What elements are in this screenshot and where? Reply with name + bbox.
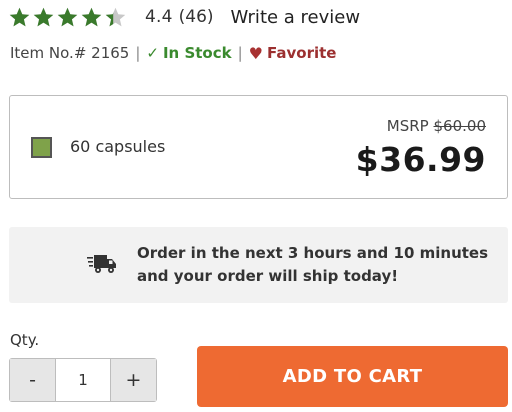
variant-checkbox[interactable]	[31, 137, 52, 158]
variant-label: 60 capsules	[70, 137, 166, 156]
shipping-message: Order in the next 3 hours and 10 minutes…	[137, 242, 488, 288]
write-review-link[interactable]: Write a review	[231, 7, 361, 28]
qty-label: Qty.	[10, 331, 40, 349]
shipping-notice: Order in the next 3 hours and 10 minutes…	[9, 227, 508, 303]
rating-value: 4.4	[145, 7, 173, 27]
msrp: MSRP $60.00	[387, 117, 486, 135]
check-icon: ✓	[146, 44, 159, 62]
quantity-stepper: - +	[9, 358, 157, 402]
msrp-value: $60.00	[433, 117, 487, 135]
star-icon	[56, 6, 79, 29]
separator: |	[135, 44, 141, 62]
heart-icon[interactable]: ♥	[249, 44, 263, 63]
star-icon	[32, 6, 55, 29]
favorite-link[interactable]: Favorite	[267, 44, 336, 62]
qty-input[interactable]	[56, 359, 110, 401]
shipping-line-1: Order in the next 3 hours and 10 minutes	[137, 244, 489, 262]
product-meta: Item No.# 2165 | ✓ In Stock | ♥ Favorite	[10, 42, 336, 64]
star-icon	[8, 6, 31, 29]
variant-swatch-fill	[34, 140, 49, 155]
review-count[interactable]: (46)	[179, 7, 214, 27]
stock-status: In Stock	[162, 44, 232, 62]
separator: |	[237, 44, 243, 62]
msrp-prefix: MSRP	[386, 117, 429, 135]
star-rating	[8, 2, 128, 32]
star-icon	[104, 6, 127, 29]
rating-row: 4.4 (46) Write a review	[8, 2, 360, 32]
item-number: Item No.# 2165	[10, 44, 130, 62]
star-icon	[80, 6, 103, 29]
shipping-line-2: and your order will ship today!	[137, 267, 399, 285]
qty-decrement-button[interactable]: -	[10, 359, 56, 401]
sale-price: $36.99	[355, 140, 486, 179]
qty-increment-button[interactable]: +	[110, 359, 156, 401]
add-to-cart-button[interactable]: ADD TO CART	[197, 346, 508, 407]
fast-delivery-truck-icon	[87, 255, 116, 273]
variant-option-card[interactable]: 60 capsules MSRP $60.00 $36.99	[9, 95, 508, 199]
